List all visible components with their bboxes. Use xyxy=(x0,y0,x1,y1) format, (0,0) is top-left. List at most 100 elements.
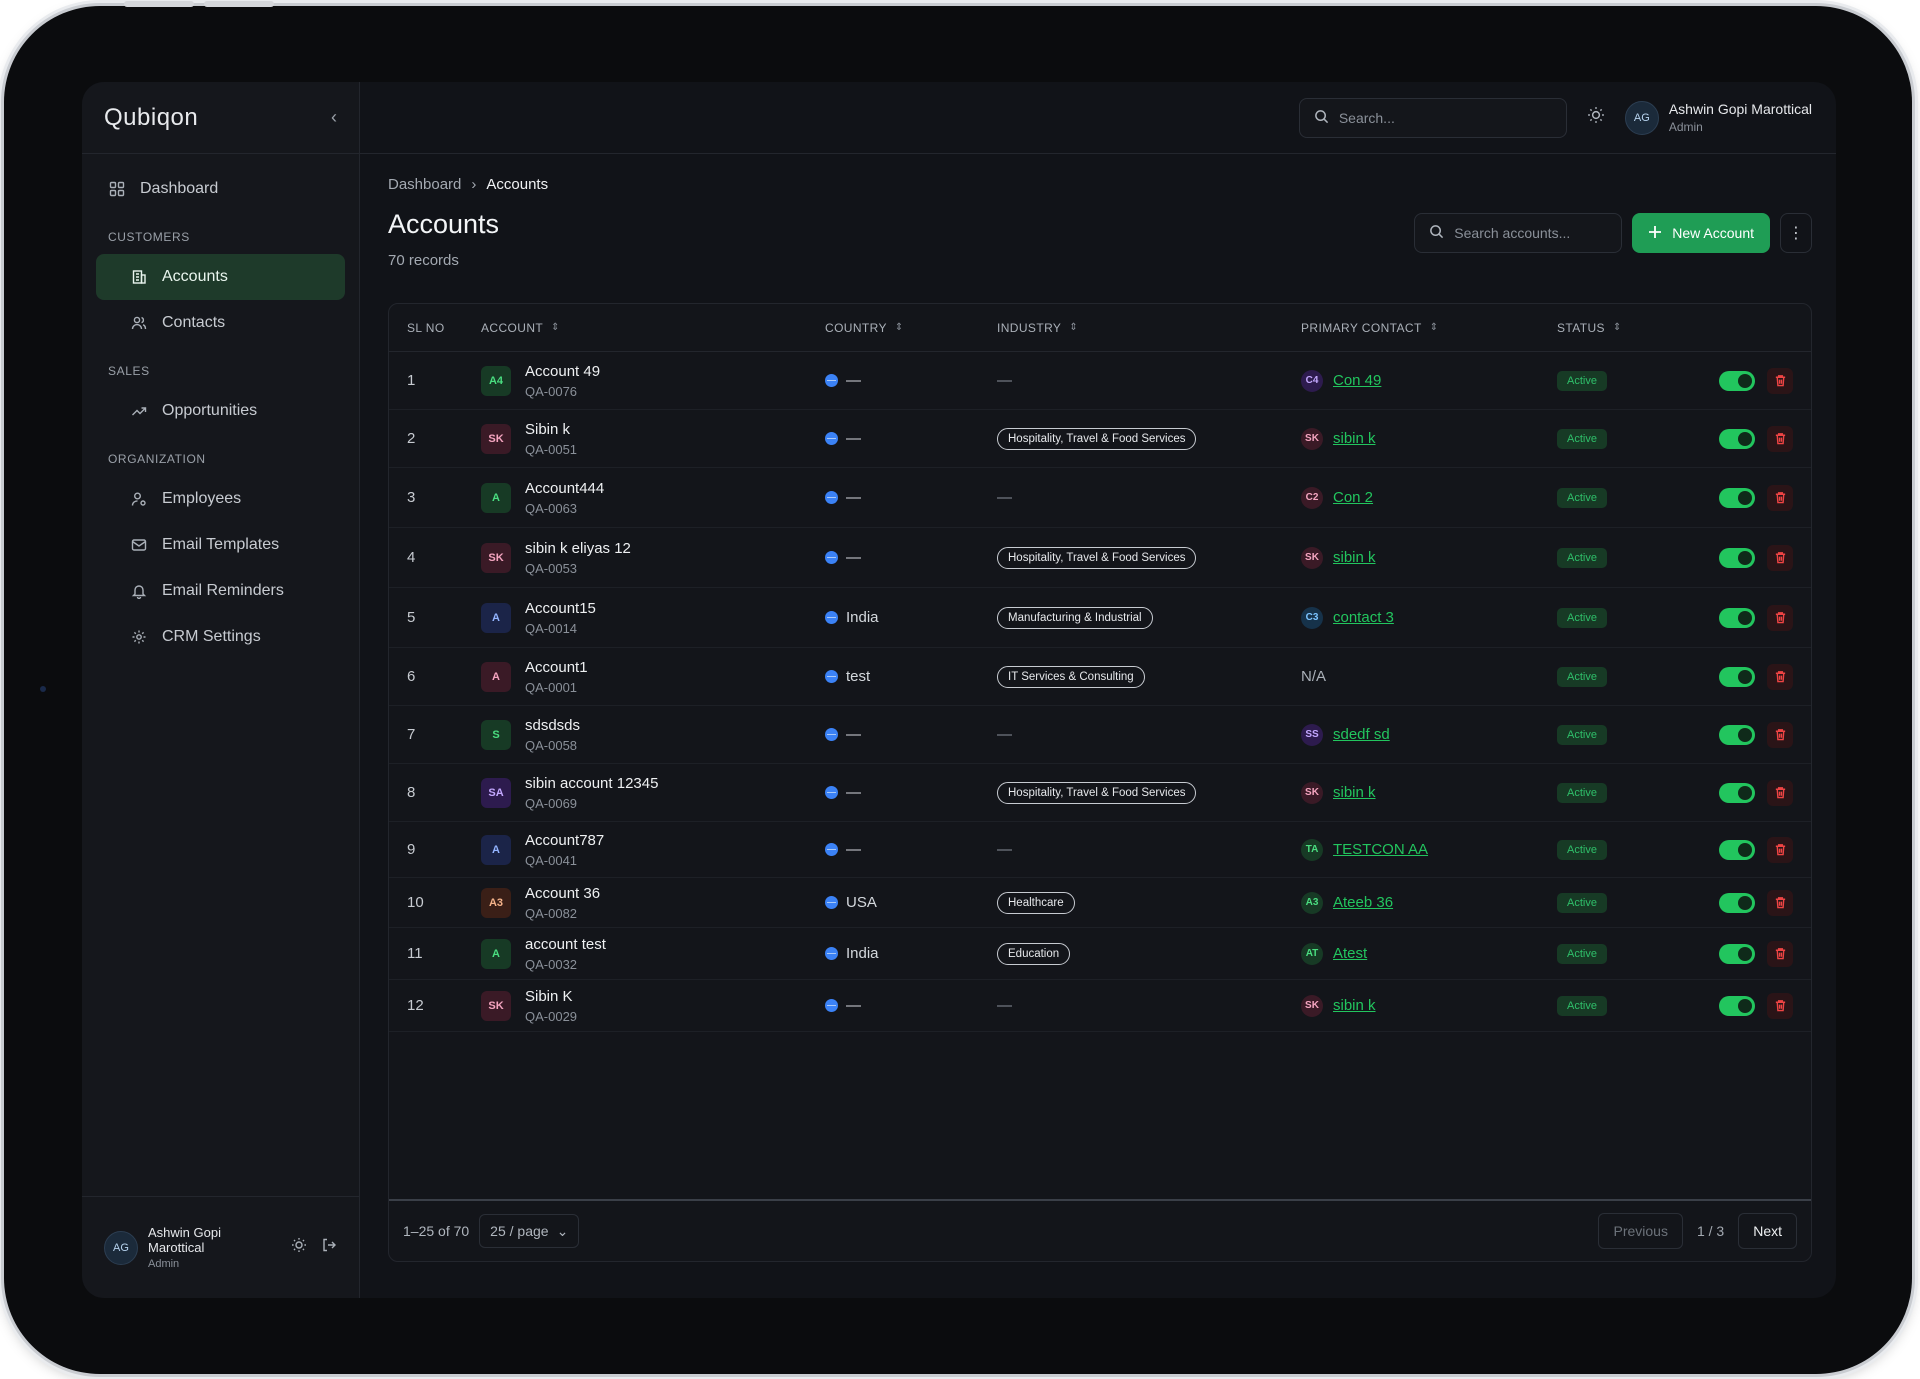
active-toggle[interactable] xyxy=(1719,547,1755,568)
sidebar-item-contacts[interactable]: Contacts xyxy=(96,300,345,346)
collapse-sidebar-icon[interactable]: ‹ xyxy=(331,107,337,128)
contact-link[interactable]: contact 3 xyxy=(1333,609,1394,626)
table-row[interactable]: 8 SA sibin account 12345 QA-0069 — Hospitalit… xyxy=(389,764,1811,822)
active-toggle[interactable] xyxy=(1719,724,1755,745)
sidebar-item-crm-settings[interactable]: CRM Settings xyxy=(96,614,345,660)
table-row[interactable]: 11 Aaccount test QA-0032 India Education AT At… xyxy=(389,928,1811,980)
header-status[interactable]: STATUS ⇕ xyxy=(1557,321,1697,335)
account-cell[interactable]: A4 Account 49 QA-0076 xyxy=(481,363,825,399)
account-avatar: A xyxy=(481,661,511,692)
sidebar-item-opportunities[interactable]: Opportunities xyxy=(96,388,345,434)
sidebar-item-email-reminders[interactable]: Email Reminders xyxy=(96,568,345,614)
delete-button[interactable] xyxy=(1767,940,1793,967)
delete-button[interactable] xyxy=(1767,889,1793,916)
contact-link[interactable]: Con 2 xyxy=(1333,489,1373,506)
active-toggle[interactable] xyxy=(1719,839,1755,860)
contact-link[interactable]: sibin k xyxy=(1333,997,1376,1014)
user-name: Ashwin Gopi Marottical xyxy=(1668,101,1812,117)
delete-button[interactable] xyxy=(1767,544,1793,571)
trash-icon xyxy=(1775,492,1785,504)
table-row[interactable]: 12 SK Sibin K QA-0029 — — SK sibin k Active xyxy=(389,980,1811,1032)
active-toggle[interactable] xyxy=(1719,943,1755,964)
table-row[interactable]: 10 A3 Account 36 QA-0082 USA Healthcare A3 Atee… xyxy=(389,878,1811,928)
account-cell[interactable]: Aaccount test QA-0032 xyxy=(481,936,825,972)
global-search-input[interactable]: Search... xyxy=(1298,97,1567,138)
account-name: Account787 xyxy=(525,831,605,849)
account-cell[interactable]: A Account1 QA-0001 xyxy=(481,659,825,695)
account-cell[interactable]: A Account444 QA-0063 xyxy=(481,480,825,516)
contact-link[interactable]: Ateeb 36 xyxy=(1333,894,1393,911)
header-primary-contact[interactable]: PRIMARY CONTACT ⇕ xyxy=(1301,321,1557,335)
delete-button[interactable] xyxy=(1767,425,1793,452)
contact-avatar: A3 xyxy=(1301,891,1323,914)
sun-icon[interactable] xyxy=(1587,106,1605,129)
avatar[interactable]: AG xyxy=(104,1230,138,1265)
sidebar-item-dashboard[interactable]: Dashboard xyxy=(96,166,345,212)
table-row[interactable]: 3 A Account444 QA-0063 — — C2 Con 2 Active xyxy=(389,468,1811,528)
active-toggle[interactable] xyxy=(1719,995,1755,1016)
table-row[interactable]: 5 A Account15 QA-0014 India Manufacturing & I… xyxy=(389,588,1811,648)
account-cell[interactable]: SA sibin account 12345 QA-0069 xyxy=(481,775,825,811)
account-cell[interactable]: A Account787 QA-0041 xyxy=(481,832,825,868)
per-page-select[interactable]: 25 / page ⌄ xyxy=(479,1214,580,1248)
account-cell[interactable]: A3 Account 36 QA-0082 xyxy=(481,885,825,921)
more-options-icon[interactable]: ⋮ xyxy=(1780,213,1812,253)
contact-link[interactable]: sibin k xyxy=(1333,430,1376,447)
contact-link[interactable]: sibin k xyxy=(1333,549,1376,566)
contact-link[interactable]: TESTCON AA xyxy=(1333,841,1428,858)
account-code: QA-0041 xyxy=(525,852,578,868)
active-toggle[interactable] xyxy=(1719,892,1755,913)
active-toggle[interactable] xyxy=(1719,666,1755,687)
account-avatar: A xyxy=(481,482,511,513)
account-cell[interactable]: A Account15 QA-0014 xyxy=(481,600,825,636)
sidebar-item-label: Contacts xyxy=(162,314,226,331)
table-row[interactable]: 7 Ssdsdsds QA-0058 — — SS sdedf sd Active xyxy=(389,706,1811,764)
active-toggle[interactable] xyxy=(1719,607,1755,628)
industry-tag: Manufacturing & Industrial xyxy=(997,606,1153,629)
table-row[interactable]: 1 A4 Account 49 QA-0076 — — C4 Con 49 Active xyxy=(389,352,1811,410)
active-toggle[interactable] xyxy=(1719,782,1755,803)
contact-link[interactable]: Con 49 xyxy=(1333,372,1381,389)
top-user[interactable]: AG Ashwin Gopi Marottical Admin xyxy=(1624,100,1812,135)
sun-icon[interactable] xyxy=(291,1237,307,1258)
breadcrumb-dashboard[interactable]: Dashboard xyxy=(388,176,461,193)
delete-button[interactable] xyxy=(1767,484,1793,511)
header-country[interactable]: COUNTRY ⇕ xyxy=(825,321,997,335)
table-row[interactable]: 6 A Account1 QA-0001 test IT Services & Consu… xyxy=(389,648,1811,706)
delete-button[interactable] xyxy=(1767,721,1793,748)
country-cell: India xyxy=(825,609,997,626)
table-row[interactable]: 2 SK Sibin k QA-0051 — Hospitality, Travel & … xyxy=(389,410,1811,468)
new-account-button[interactable]: New Account xyxy=(1632,213,1770,253)
previous-page-button[interactable]: Previous xyxy=(1598,1213,1683,1249)
delete-button[interactable] xyxy=(1767,779,1793,806)
table-row[interactable]: 9 A Account787 QA-0041 — — TA TESTCON AA Active xyxy=(389,822,1811,878)
delete-button[interactable] xyxy=(1767,992,1793,1019)
new-account-label: New Account xyxy=(1672,225,1754,241)
table-row[interactable]: 4 SK sibin k eliyas 12 QA-0053 — Hospitality,… xyxy=(389,528,1811,588)
account-avatar: S xyxy=(481,719,511,750)
sidebar-item-email-templates[interactable]: Email Templates xyxy=(96,522,345,568)
account-cell[interactable]: SK Sibin k QA-0051 xyxy=(481,421,825,457)
account-cell[interactable]: SK sibin k eliyas 12 QA-0053 xyxy=(481,540,825,576)
globe-icon xyxy=(825,999,838,1012)
active-toggle[interactable] xyxy=(1719,487,1755,508)
active-toggle[interactable] xyxy=(1719,428,1755,449)
next-page-button[interactable]: Next xyxy=(1738,1213,1797,1249)
header-industry[interactable]: INDUSTRY ⇕ xyxy=(997,321,1301,335)
delete-button[interactable] xyxy=(1767,604,1793,631)
delete-button[interactable] xyxy=(1767,836,1793,863)
delete-button[interactable] xyxy=(1767,663,1793,690)
contact-link[interactable]: Atest xyxy=(1333,945,1367,962)
contact-link[interactable]: sibin k xyxy=(1333,784,1376,801)
delete-button[interactable] xyxy=(1767,367,1793,394)
account-cell[interactable]: Ssdsdsds QA-0058 xyxy=(481,717,825,753)
logout-icon[interactable] xyxy=(321,1237,337,1258)
header-account[interactable]: ACCOUNT ⇕ xyxy=(481,321,825,335)
contact-link[interactable]: sdedf sd xyxy=(1333,726,1390,743)
active-toggle[interactable] xyxy=(1719,370,1755,391)
account-cell[interactable]: SK Sibin K QA-0029 xyxy=(481,988,825,1024)
sidebar-item-accounts[interactable]: Accounts xyxy=(96,254,345,300)
accounts-search-input[interactable]: Search accounts... xyxy=(1414,213,1623,253)
primary-contact: C3 contact 3 xyxy=(1301,606,1557,629)
sidebar-item-employees[interactable]: Employees xyxy=(96,476,345,522)
